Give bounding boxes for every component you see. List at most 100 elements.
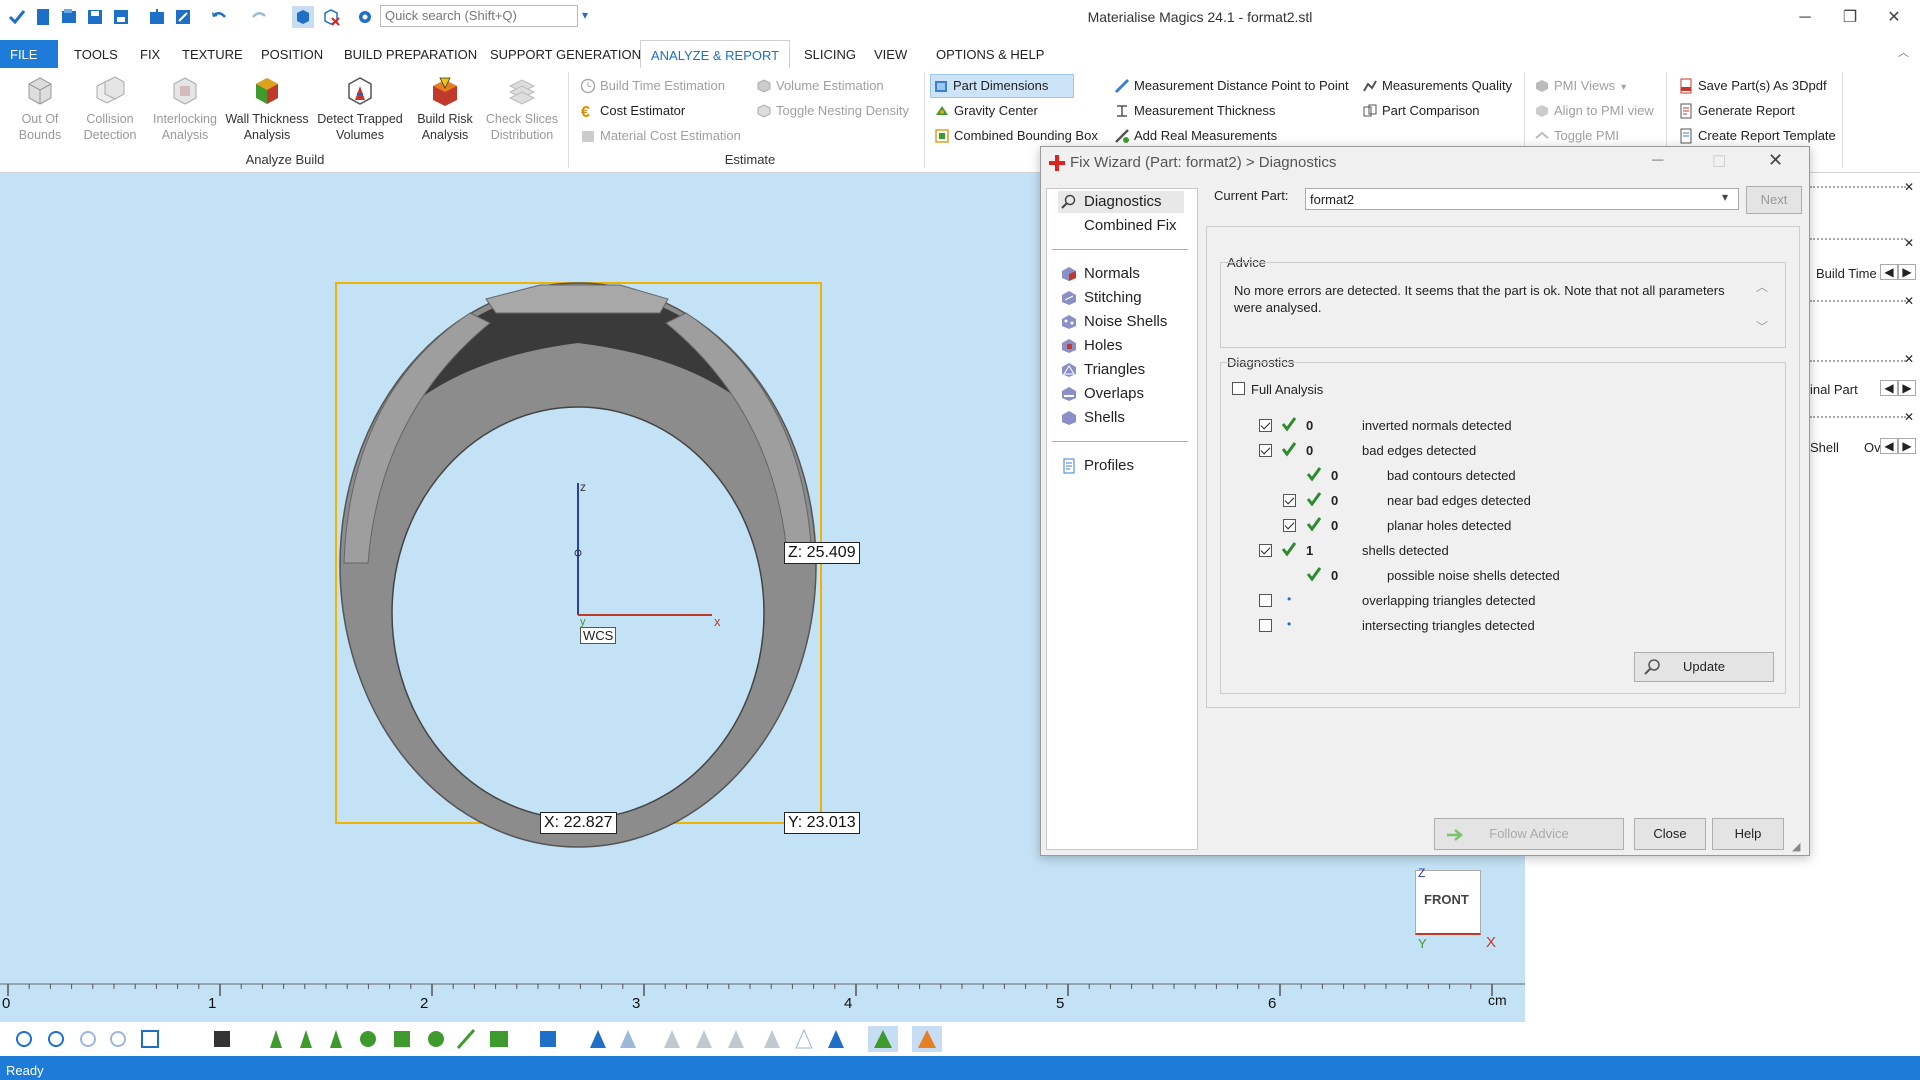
panel-grip[interactable] <box>1810 238 1906 246</box>
current-part-select[interactable]: format2 <box>1305 188 1739 210</box>
redo-icon[interactable] <box>248 6 270 28</box>
line-select-icon[interactable] <box>456 1029 476 1049</box>
panel-close-icon[interactable]: ✕ <box>1904 294 1914 308</box>
build-time-estimation-button[interactable]: Build Time Estimation <box>578 75 725 97</box>
unmark-all-icon[interactable] <box>795 1028 813 1049</box>
build-risk-analysis-button[interactable]: Build Risk Analysis <box>410 74 480 143</box>
collapse-ribbon-icon[interactable]: ︿ <box>1898 44 1909 60</box>
new-file-icon[interactable] <box>32 6 54 28</box>
mark-surface-icon[interactable] <box>620 1030 636 1048</box>
close-window-icon[interactable]: ✕ <box>1874 4 1914 32</box>
help-button[interactable]: Help <box>1712 818 1784 850</box>
zoom-selected-icon[interactable] <box>80 1031 96 1047</box>
panel-grip[interactable] <box>1810 300 1906 308</box>
minimize-icon[interactable]: ─ <box>1785 4 1825 32</box>
advice-scroll-down-icon[interactable]: ﹀ <box>1756 318 1768 335</box>
deselect-icon[interactable] <box>320 6 342 28</box>
mark-cylinder-icon[interactable] <box>728 1030 744 1048</box>
mark-triangle-icon[interactable] <box>590 1030 606 1048</box>
dialog-minimize-icon[interactable]: ─ <box>1652 152 1663 170</box>
inverted-normals-checkbox[interactable] <box>1259 419 1272 432</box>
current-part-dropdown-icon[interactable]: ▾ <box>1722 190 1728 204</box>
zoom-icon[interactable] <box>16 1031 32 1047</box>
undo-icon[interactable] <box>208 6 230 28</box>
menu-slicing[interactable]: SLICING <box>794 40 866 68</box>
check-slices-distribution-button[interactable]: Check Slices Distribution <box>484 74 560 143</box>
wall-thickness-analysis-button[interactable]: Wall Thickness Analysis <box>224 74 310 143</box>
panel-prev-icon[interactable]: ◀ <box>1880 380 1898 396</box>
menu-texture[interactable]: TEXTURE <box>172 40 253 68</box>
sphere-tool-icon[interactable] <box>360 1031 376 1047</box>
nav-overlaps[interactable]: Overlaps <box>1058 383 1144 405</box>
menu-build-preparation[interactable]: BUILD PREPARATION <box>334 40 487 68</box>
plane-select-icon[interactable] <box>490 1031 508 1047</box>
pmi-views-button[interactable]: PMI Views ▾ <box>1532 75 1626 97</box>
add-real-measurements-button[interactable]: Add Real Measurements <box>1112 125 1277 147</box>
bad-edges-checkbox[interactable] <box>1259 444 1272 457</box>
restore-icon[interactable]: ❐ <box>1830 4 1870 32</box>
menu-position[interactable]: POSITION <box>251 40 333 68</box>
panel-close-icon[interactable]: ✕ <box>1904 352 1914 366</box>
overlapping-triangles-checkbox[interactable] <box>1259 594 1272 607</box>
search-dropdown-icon[interactable]: ▾ <box>582 8 588 22</box>
near-bad-edges-checkbox[interactable] <box>1283 494 1296 507</box>
nav-holes[interactable]: Holes <box>1058 335 1122 357</box>
material-cost-estimation-button[interactable]: Material Cost Estimation <box>578 125 741 147</box>
panel-close-icon[interactable]: ✕ <box>1904 410 1914 424</box>
toggle-nesting-density-button[interactable]: Toggle Nesting Density <box>754 100 909 122</box>
combined-bounding-box-button[interactable]: Combined Bounding Box <box>932 125 1098 147</box>
nav-shells[interactable]: Shells <box>1058 407 1125 429</box>
create-report-template-button[interactable]: Create Report Template <box>1676 125 1836 147</box>
panel-close-icon[interactable]: ✕ <box>1904 236 1914 250</box>
shells-checkbox[interactable] <box>1259 544 1272 557</box>
settings-gear-icon[interactable] <box>354 6 376 28</box>
intersecting-triangles-checkbox[interactable] <box>1259 619 1272 632</box>
panel-grip[interactable] <box>1810 186 1906 194</box>
follow-advice-button[interactable]: Follow Advice <box>1434 818 1624 850</box>
generate-report-button[interactable]: Generate Report <box>1676 100 1795 122</box>
mark-shell-icon[interactable] <box>664 1030 680 1048</box>
export-icon[interactable] <box>172 6 194 28</box>
measurement-thickness-button[interactable]: Measurement Thickness <box>1112 100 1275 122</box>
save-parts-3dpdf-button[interactable]: Save Part(s) As 3Dpdf <box>1676 75 1827 97</box>
dialog-maximize-icon[interactable]: ☐ <box>1712 152 1726 172</box>
update-button[interactable]: Update <box>1634 652 1774 682</box>
shading-icon[interactable] <box>214 1031 230 1047</box>
menu-support-generation[interactable]: SUPPORT GENERATION <box>480 40 651 68</box>
part-dimensions-button[interactable]: Part Dimensions <box>930 74 1074 98</box>
part-select-icon[interactable] <box>540 1031 556 1047</box>
zoom-all-icon[interactable] <box>110 1031 126 1047</box>
cost-estimator-button[interactable]: € Cost Estimator <box>578 100 685 122</box>
part-comparison-button[interactable]: Part Comparison <box>1360 100 1480 122</box>
menu-options-help[interactable]: OPTIONS & HELP <box>926 40 1054 68</box>
box-select-icon[interactable] <box>394 1031 410 1047</box>
measurements-quality-button[interactable]: Measurements Quality <box>1360 75 1512 97</box>
collision-detection-button[interactable]: Collision Detection <box>76 74 144 143</box>
view-cube-icon[interactable] <box>141 1030 159 1048</box>
gravity-center-button[interactable]: Gravity Center <box>932 100 1038 122</box>
open-file-icon[interactable] <box>58 6 80 28</box>
panel-grip[interactable] <box>1810 360 1906 368</box>
panel-close-icon[interactable]: ✕ <box>1904 180 1914 194</box>
unmark-icon[interactable] <box>764 1030 780 1048</box>
save-all-icon[interactable] <box>110 6 132 28</box>
close-button[interactable]: Close <box>1634 818 1706 850</box>
selection-mode-icon[interactable] <box>292 6 314 28</box>
full-analysis-checkbox[interactable] <box>1232 382 1245 395</box>
nav-diagnostics[interactable]: Diagnostics <box>1058 191 1184 213</box>
nav-triangles[interactable]: Triangles <box>1058 359 1145 381</box>
app-logo-icon[interactable] <box>6 6 28 28</box>
shell-tool-icon[interactable] <box>330 1030 342 1048</box>
interlocking-analysis-button[interactable]: Interlocking Analysis <box>148 74 222 143</box>
panel-prev-icon[interactable]: ◀ <box>1880 438 1898 454</box>
dialog-close-icon[interactable]: ✕ <box>1768 150 1783 171</box>
nav-combined-fix[interactable]: Combined Fix <box>1058 215 1177 237</box>
panel-next-icon[interactable]: ▶ <box>1898 380 1916 396</box>
invert-marking-icon[interactable] <box>828 1030 844 1048</box>
measurement-distance-button[interactable]: Measurement Distance Point to Point <box>1112 75 1349 97</box>
menu-fix[interactable]: FIX <box>130 40 170 68</box>
lasso-icon[interactable] <box>428 1031 444 1047</box>
toggle-pmi-button[interactable]: Toggle PMI <box>1532 125 1619 147</box>
mark-plane-icon[interactable] <box>696 1030 712 1048</box>
panel-grip[interactable] <box>1810 416 1906 424</box>
